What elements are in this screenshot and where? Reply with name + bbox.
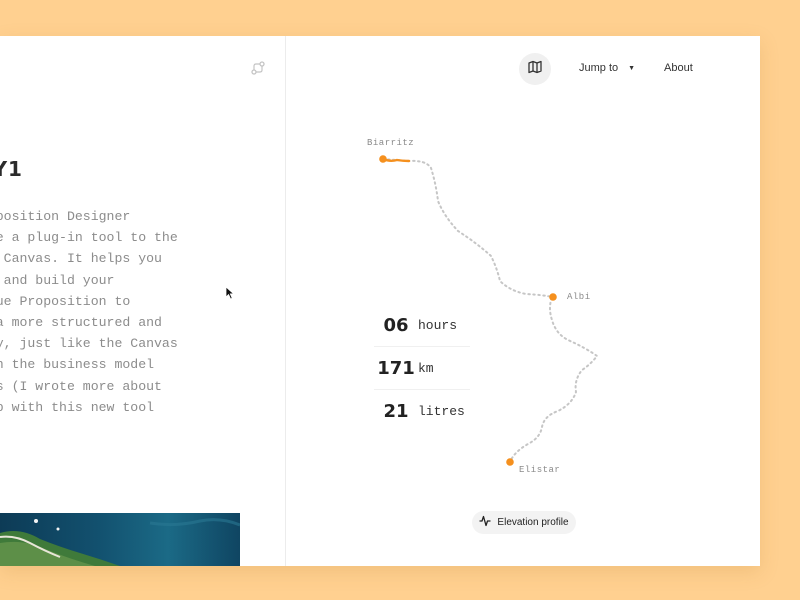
coastline-photo	[0, 513, 240, 566]
stat-value: 21	[383, 400, 409, 422]
share-nodes-icon[interactable]	[250, 60, 266, 76]
article-line: Value Proposition to	[0, 293, 131, 309]
city-marker-biarritz	[379, 155, 387, 163]
stat-value: 06	[383, 314, 409, 336]
article-line: in a more structured and	[0, 314, 162, 330]
city-marker-elistar	[506, 458, 514, 466]
article-line: del Canvas. It helps you	[3, 251, 162, 267]
city-label-elistar: Elistar	[519, 465, 561, 475]
article-line: ).	[0, 418, 232, 439]
stat-unit: hours	[418, 317, 458, 333]
stat-distance: 171 km	[374, 347, 470, 390]
city-label-biarritz: Biarritz	[367, 138, 415, 148]
article-line: way, just like the Canvas	[0, 336, 178, 352]
city-marker-albi	[549, 293, 557, 301]
stat-unit: litres	[418, 403, 465, 419]
city-label-albi: Albi	[567, 292, 591, 302]
route-progress	[381, 157, 411, 163]
article-line: e up with this new tool	[0, 399, 155, 415]
day-title: AY1	[0, 157, 23, 181]
pulse-icon	[479, 515, 491, 530]
article-line: cess (I wrote more about	[0, 378, 162, 394]
route-map	[379, 155, 599, 466]
stat-hours: 06 hours	[374, 304, 470, 347]
elevation-label: Elevation profile	[497, 517, 569, 528]
map-pane: Jump to ▼ About Biarritz Albi Elistar 06…	[286, 36, 760, 566]
elevation-profile-button[interactable]: Elevation profile	[472, 511, 576, 534]
app-card: AY1 Proposition Designer like a plug-in …	[0, 36, 760, 566]
article-line: u in the business model	[0, 357, 155, 373]
article-line: st, and build your	[3, 272, 115, 288]
article-body: Proposition Designer like a plug-in tool…	[0, 206, 232, 439]
mouse-cursor-icon	[225, 286, 235, 300]
trip-stats: 06 hours 171 km 21 litres	[374, 304, 470, 432]
article-pane: AY1 Proposition Designer like a plug-in …	[0, 36, 286, 566]
stat-value: 171	[377, 357, 415, 379]
stat-fuel: 21 litres	[374, 390, 470, 432]
article-line: like a plug-in tool to the	[0, 230, 178, 246]
article-line: Proposition Designer	[0, 209, 131, 224]
stat-unit: km	[418, 360, 434, 376]
